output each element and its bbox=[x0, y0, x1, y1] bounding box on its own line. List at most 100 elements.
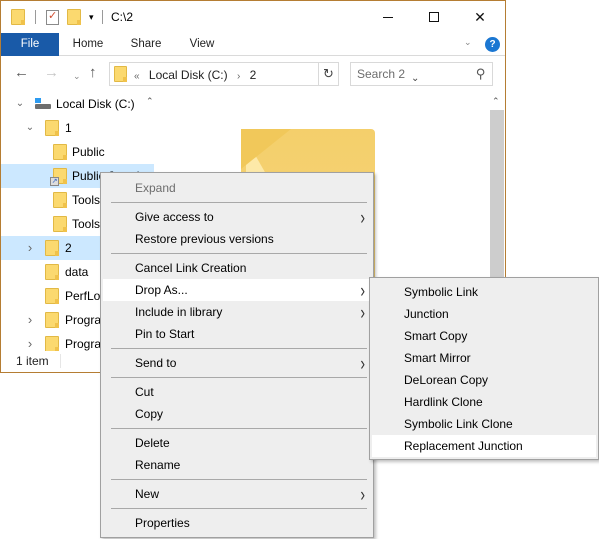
breadcrumb: « Local Disk (C:) › 2 bbox=[134, 68, 256, 82]
menu-item-label: DeLorean Copy bbox=[404, 373, 489, 387]
menu-item-copy[interactable]: Copy bbox=[103, 403, 371, 425]
menu-separator bbox=[111, 253, 367, 254]
menu-item-label: Junction bbox=[404, 307, 449, 321]
collapsed-chevron-icon[interactable]: › bbox=[25, 236, 35, 260]
scroll-up-icon[interactable]: ⌃ bbox=[492, 96, 500, 107]
menu-separator bbox=[111, 348, 367, 349]
tree-item-label: 2 bbox=[65, 241, 72, 255]
tree-item-label: data bbox=[65, 265, 89, 279]
menu-item-label: Smart Copy bbox=[404, 329, 468, 343]
menu-separator bbox=[111, 202, 367, 203]
menu-item-label: Expand bbox=[135, 181, 176, 195]
menu-item-label: Symbolic Link bbox=[404, 285, 479, 299]
submenu-item-symbolic-link-clone[interactable]: Symbolic Link Clone bbox=[372, 413, 596, 435]
submenu-item-smart-copy[interactable]: Smart Copy bbox=[372, 325, 596, 347]
expand-ribbon-icon[interactable]: ⌄ bbox=[464, 37, 472, 48]
drive-icon bbox=[35, 98, 51, 110]
menu-item-label: Give access to bbox=[135, 210, 214, 224]
submenu-item-replacement-junction[interactable]: Replacement Junction bbox=[372, 435, 596, 457]
maximize-button[interactable] bbox=[411, 1, 457, 33]
scroll-up-icon[interactable]: ⌃ bbox=[146, 96, 154, 107]
up-button[interactable]: ↑ bbox=[89, 65, 97, 81]
search-icon[interactable]: ⚲ bbox=[476, 66, 486, 82]
collapsed-chevron-icon[interactable]: › bbox=[25, 332, 35, 351]
breadcrumb-local-disk[interactable]: Local Disk (C:) bbox=[149, 68, 228, 82]
folder-icon[interactable] bbox=[11, 9, 25, 25]
folder-icon bbox=[53, 216, 67, 232]
search-box[interactable]: ⚲ bbox=[350, 62, 493, 86]
menu-item-label: Include in library bbox=[135, 305, 223, 319]
back-button[interactable]: ← bbox=[14, 65, 29, 81]
tab-home[interactable]: Home bbox=[63, 33, 113, 56]
menu-item-include-in-library[interactable]: Include in library › bbox=[103, 301, 371, 323]
minimize-button[interactable] bbox=[365, 1, 411, 33]
menu-item-new[interactable]: New › bbox=[103, 483, 371, 505]
breadcrumb-overflow[interactable]: « bbox=[134, 71, 140, 82]
submenu-item-hardlink-clone[interactable]: Hardlink Clone bbox=[372, 391, 596, 413]
customize-toolbar-dropdown-icon[interactable]: ▾ bbox=[89, 11, 94, 23]
menu-item-send-to[interactable]: Send to › bbox=[103, 352, 371, 374]
menu-separator bbox=[111, 377, 367, 378]
menu-item-delete[interactable]: Delete bbox=[103, 432, 371, 454]
submenu-item-smart-mirror[interactable]: Smart Mirror bbox=[372, 347, 596, 369]
folder-icon bbox=[114, 66, 127, 82]
menu-item-cancel-link-creation[interactable]: Cancel Link Creation bbox=[103, 257, 371, 279]
submenu-item-symbolic-link[interactable]: Symbolic Link bbox=[372, 281, 596, 303]
search-input[interactable] bbox=[357, 67, 467, 81]
address-bar[interactable]: « Local Disk (C:) › 2 ⌄ bbox=[109, 62, 419, 86]
tree-item-label: Tools bbox=[72, 193, 101, 207]
folder-icon bbox=[45, 312, 59, 328]
collapsed-chevron-icon[interactable]: › bbox=[25, 308, 35, 332]
menu-item-label: Cut bbox=[135, 385, 154, 399]
expanded-chevron-icon[interactable]: ⌄ bbox=[15, 92, 25, 116]
close-button[interactable]: ✕ bbox=[457, 1, 503, 33]
tree-item-label: 1 bbox=[65, 121, 72, 135]
menu-item-label: Drop As... bbox=[135, 283, 188, 297]
tab-file[interactable]: File bbox=[1, 33, 59, 56]
menu-separator bbox=[111, 508, 367, 509]
tree-item-local-disk[interactable]: ⌄ Local Disk (C:) bbox=[1, 92, 154, 116]
menu-item-label: Pin to Start bbox=[135, 327, 195, 341]
forward-button[interactable]: → bbox=[44, 65, 59, 81]
menu-item-label: Properties bbox=[135, 516, 190, 530]
folder-icon bbox=[45, 240, 59, 256]
expanded-chevron-icon[interactable]: ⌄ bbox=[25, 116, 35, 140]
recent-locations-dropdown-icon[interactable]: ⌄ bbox=[73, 68, 81, 84]
tab-share[interactable]: Share bbox=[121, 33, 171, 56]
properties-icon[interactable] bbox=[46, 9, 59, 25]
submenu-item-junction[interactable]: Junction bbox=[372, 303, 596, 325]
menu-item-pin-to-start[interactable]: Pin to Start bbox=[103, 323, 371, 345]
menu-item-label: Cancel Link Creation bbox=[135, 261, 247, 275]
breadcrumb-separator-icon[interactable]: › bbox=[237, 71, 240, 82]
menu-item-restore-previous-versions[interactable]: Restore previous versions bbox=[103, 228, 371, 250]
breadcrumb-2[interactable]: 2 bbox=[250, 68, 257, 82]
menu-item-cut[interactable]: Cut bbox=[103, 381, 371, 403]
tree-item-public[interactable]: Public bbox=[1, 140, 154, 164]
submenu-item-delorean-copy[interactable]: DeLorean Copy bbox=[372, 369, 596, 391]
folder-icon bbox=[45, 288, 59, 304]
navigation-bar: ← → ⌄ ↑ « Local Disk (C:) › 2 ⌄ ↻ ⚲ bbox=[1, 57, 505, 91]
refresh-icon: ↻ bbox=[323, 66, 334, 81]
menu-item-expand[interactable]: Expand bbox=[103, 177, 371, 199]
menu-separator bbox=[111, 428, 367, 429]
menu-item-give-access-to[interactable]: Give access to › bbox=[103, 206, 371, 228]
item-count: 1 item bbox=[16, 354, 49, 368]
menu-item-drop-as[interactable]: Drop As... › bbox=[103, 279, 371, 301]
menu-item-properties[interactable]: Properties bbox=[103, 512, 371, 534]
menu-item-label: Replacement Junction bbox=[404, 439, 523, 453]
tree-item-label: Local Disk (C:) bbox=[56, 97, 135, 111]
submenu-arrow-icon: › bbox=[360, 351, 365, 375]
refresh-button[interactable]: ↻ bbox=[319, 62, 339, 86]
tree-item-1[interactable]: ⌄ 1 bbox=[1, 116, 154, 140]
menu-item-rename[interactable]: Rename bbox=[103, 454, 371, 476]
tab-view[interactable]: View bbox=[179, 33, 225, 56]
new-folder-icon[interactable] bbox=[67, 9, 81, 25]
link-overlay-icon: ↗ bbox=[50, 177, 59, 186]
menu-item-label: New bbox=[135, 487, 160, 501]
menu-item-label: Restore previous versions bbox=[135, 232, 274, 246]
close-icon: ✕ bbox=[474, 8, 486, 25]
submenu-arrow-icon: › bbox=[360, 482, 365, 506]
folder-icon bbox=[53, 144, 67, 160]
folder-icon bbox=[45, 120, 59, 136]
help-icon[interactable]: ? bbox=[485, 37, 500, 52]
